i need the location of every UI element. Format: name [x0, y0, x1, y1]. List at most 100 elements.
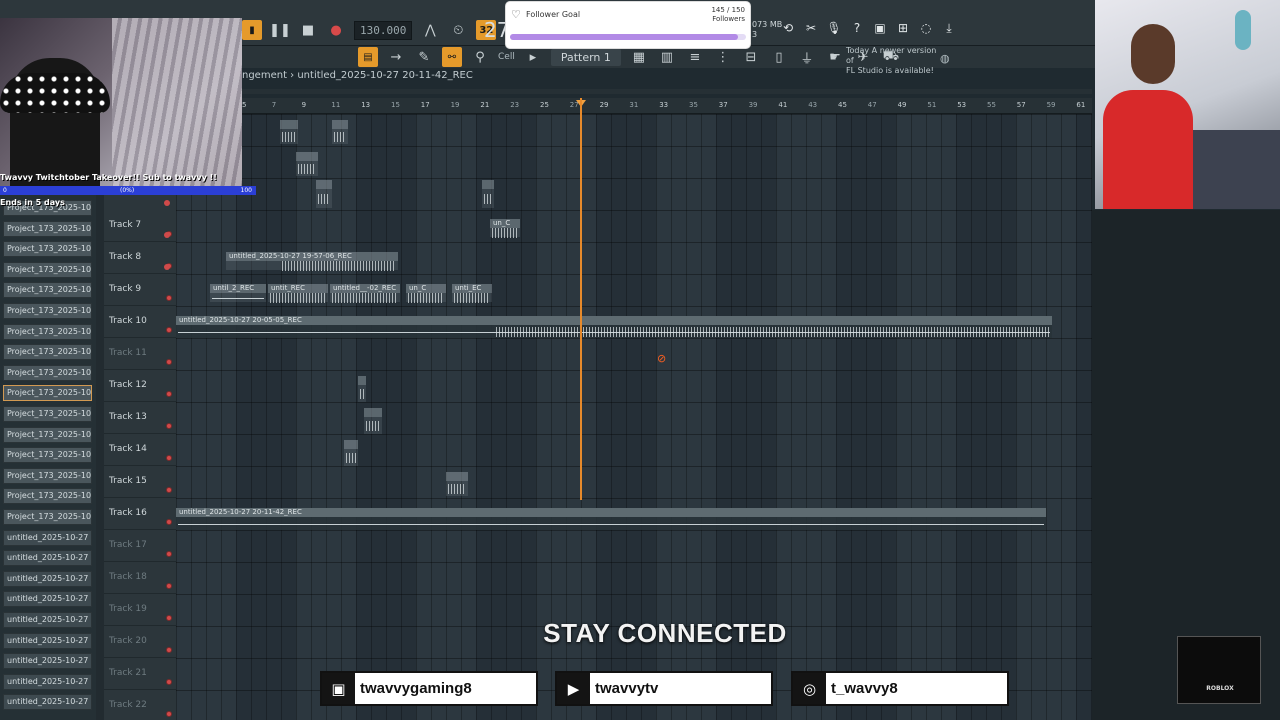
audio-clip[interactable]	[296, 152, 318, 176]
globe-icon[interactable]: ◍	[940, 52, 950, 65]
track-mute-dot[interactable]	[166, 679, 172, 685]
track-mute-dot[interactable]	[166, 551, 172, 557]
track-mute-dot[interactable]	[166, 295, 172, 301]
plug-icon[interactable]: ⏚	[797, 47, 817, 67]
wait-record-icon[interactable]: ⏲	[448, 20, 468, 40]
audio-clip[interactable]: unti_EC	[452, 284, 492, 303]
audio-clip[interactable]: un_C	[490, 219, 520, 238]
track-header[interactable]: Track 22	[104, 690, 176, 720]
track-mute-dot[interactable]	[166, 583, 172, 589]
track-mute-dot[interactable]	[166, 327, 172, 333]
track-header[interactable]: Track 17	[104, 530, 176, 562]
picker-item[interactable]: Project_173_2025-10-25...	[3, 303, 92, 319]
picker-item[interactable]: Project_173_2025-10-25...	[3, 364, 92, 381]
audio-clip[interactable]	[332, 120, 348, 144]
track-header[interactable]: Track 21	[104, 658, 176, 690]
audio-clip-track-10[interactable]: untitled_2025-10-27 20-05-05_REC	[176, 316, 1052, 338]
track-mute-dot[interactable]	[166, 391, 172, 397]
track-header[interactable]: Track 16	[104, 498, 176, 530]
audio-clip[interactable]	[344, 440, 358, 466]
pause-button[interactable]: ❚❚	[269, 20, 291, 40]
audio-clip[interactable]	[482, 180, 494, 208]
picker-item[interactable]: untitled_2025-10-27 19-...	[3, 570, 92, 587]
track-mute-dot[interactable]	[164, 232, 170, 238]
track-mute-dot[interactable]	[166, 519, 172, 525]
track-mute-dot[interactable]	[166, 487, 172, 493]
picker-item[interactable]: untitled_2025-10-27 19-...	[3, 550, 92, 567]
track-header[interactable]: Track 15	[104, 466, 176, 498]
record-button[interactable]: ●	[326, 20, 346, 40]
touch-icon[interactable]: ☛	[825, 47, 845, 67]
download-icon[interactable]: ⤓	[941, 20, 957, 36]
picker-item[interactable]: Project_173_2025-10-25...	[3, 426, 92, 443]
track-mute-dot[interactable]	[164, 200, 170, 206]
microphone-icon[interactable]: 🎙	[826, 20, 842, 36]
audio-clip[interactable]: un_C	[406, 284, 446, 303]
picker-item[interactable]: untitled_2025-10-27 19-...	[3, 653, 92, 670]
play-small-icon[interactable]: ▸	[523, 47, 543, 67]
audio-clip[interactable]	[364, 408, 382, 434]
picker-item[interactable]: Project_173_2025-10-25...	[3, 488, 92, 505]
picker-item[interactable]: Project_173_2025-10-25...	[3, 385, 92, 402]
picker-item[interactable]: Project_173_2025-10-25...	[3, 467, 92, 484]
picker-item[interactable]: Project_173_2025-10-25...	[3, 282, 92, 299]
audio-clip[interactable]	[280, 120, 298, 144]
snap-icon[interactable]: ▤	[358, 47, 378, 67]
save-icon[interactable]: ▣	[872, 20, 888, 36]
audio-clip-track-16[interactable]: untitled_2025-10-27 20-11-42_REC	[176, 508, 1046, 530]
tempo-display[interactable]: 130.000	[354, 20, 413, 40]
track-header[interactable]: Track 13	[104, 402, 176, 434]
pattern-selector[interactable]: Pattern 1	[550, 48, 621, 66]
mixer-icon[interactable]: ⊞	[895, 20, 911, 36]
timeline-ruler[interactable]: 5 7 9 11 13 15 17 19 21 23 25 27 29 31 33 35 37 39 41 43 45 4…	[242, 98, 1092, 114]
undo-icon[interactable]: ⟲	[780, 20, 796, 36]
picker-item[interactable]: Project_173_2025-10-25...	[3, 344, 92, 361]
audio-clip[interactable]: untitled__-02_REC	[330, 284, 400, 303]
piano-roll-icon[interactable]: ▥	[657, 47, 677, 67]
track-header[interactable]: Track 11	[104, 338, 176, 370]
audio-clip[interactable]	[446, 472, 468, 496]
picker-item[interactable]: Project_173_2025-10-25...	[3, 220, 92, 237]
audio-clip[interactable]: untitled_2025-10-27 19-57-06_REC	[226, 252, 398, 271]
arrow-right-icon[interactable]: →	[386, 47, 406, 67]
audio-clip[interactable]	[316, 180, 332, 208]
mixer-view-icon[interactable]: ⋮	[713, 47, 733, 67]
picker-item[interactable]: untitled_2025-10-27 19-...	[3, 591, 92, 608]
picker-item[interactable]: Project_173_2025-10-25...	[3, 509, 92, 525]
track-mute-dot[interactable]	[166, 711, 172, 717]
help-icon[interactable]: ?	[849, 20, 865, 36]
track-header[interactable]: Track 9	[104, 274, 176, 306]
chat-icon[interactable]: ◌	[918, 20, 934, 36]
picker-item[interactable]: Project_173_2025-10-25...	[3, 406, 92, 422]
track-header[interactable]: Track 18	[104, 562, 176, 594]
stamp-icon[interactable]: ⚲	[470, 47, 490, 67]
channel-rack-icon[interactable]: ≡	[685, 47, 705, 67]
picker-item[interactable]: Project_173_2025-10-25...	[3, 241, 92, 258]
audio-clip[interactable]: until_2_REC	[210, 284, 266, 302]
horizontal-scrollbar[interactable]	[242, 89, 1092, 94]
track-mute-dot[interactable]	[166, 423, 172, 429]
cut-icon[interactable]: ✂	[803, 20, 819, 36]
picker-item[interactable]: Project_173_2025-10-25...	[3, 323, 92, 340]
picker-item[interactable]: Project_173_2025-10-25...	[3, 447, 92, 464]
track-header[interactable]: Track 12	[104, 370, 176, 402]
track-header[interactable]: Track 14	[104, 434, 176, 466]
stop-button[interactable]: ■	[298, 20, 318, 40]
pattern-song-toggle[interactable]: ▮	[242, 20, 262, 40]
picker-item[interactable]: untitled_2025-10-27 19-...	[3, 694, 92, 711]
pencil-icon[interactable]: ✎	[414, 47, 434, 67]
track-header[interactable]: Track 10	[104, 306, 176, 338]
track-mute-dot[interactable]	[164, 264, 170, 270]
metronome-icon[interactable]: ⋀	[420, 20, 440, 40]
picker-item[interactable]: Project_173_2025-10-25...	[3, 261, 92, 278]
track-mute-dot[interactable]	[166, 455, 172, 461]
track-mute-dot[interactable]	[166, 359, 172, 365]
news-panel[interactable]: Today A newer version of FL Studio is av…	[846, 46, 942, 76]
picker-item[interactable]: untitled_2025-10-27 19-...	[3, 673, 92, 690]
link-icon[interactable]: ⚯	[442, 47, 462, 67]
browser-icon[interactable]: ⊟	[741, 47, 761, 67]
plugin-icon[interactable]: ▯	[769, 47, 789, 67]
audio-clip[interactable]: untit_REC	[268, 284, 328, 303]
playlist-icon[interactable]: ▦	[629, 47, 649, 67]
audio-clip[interactable]	[358, 376, 366, 402]
